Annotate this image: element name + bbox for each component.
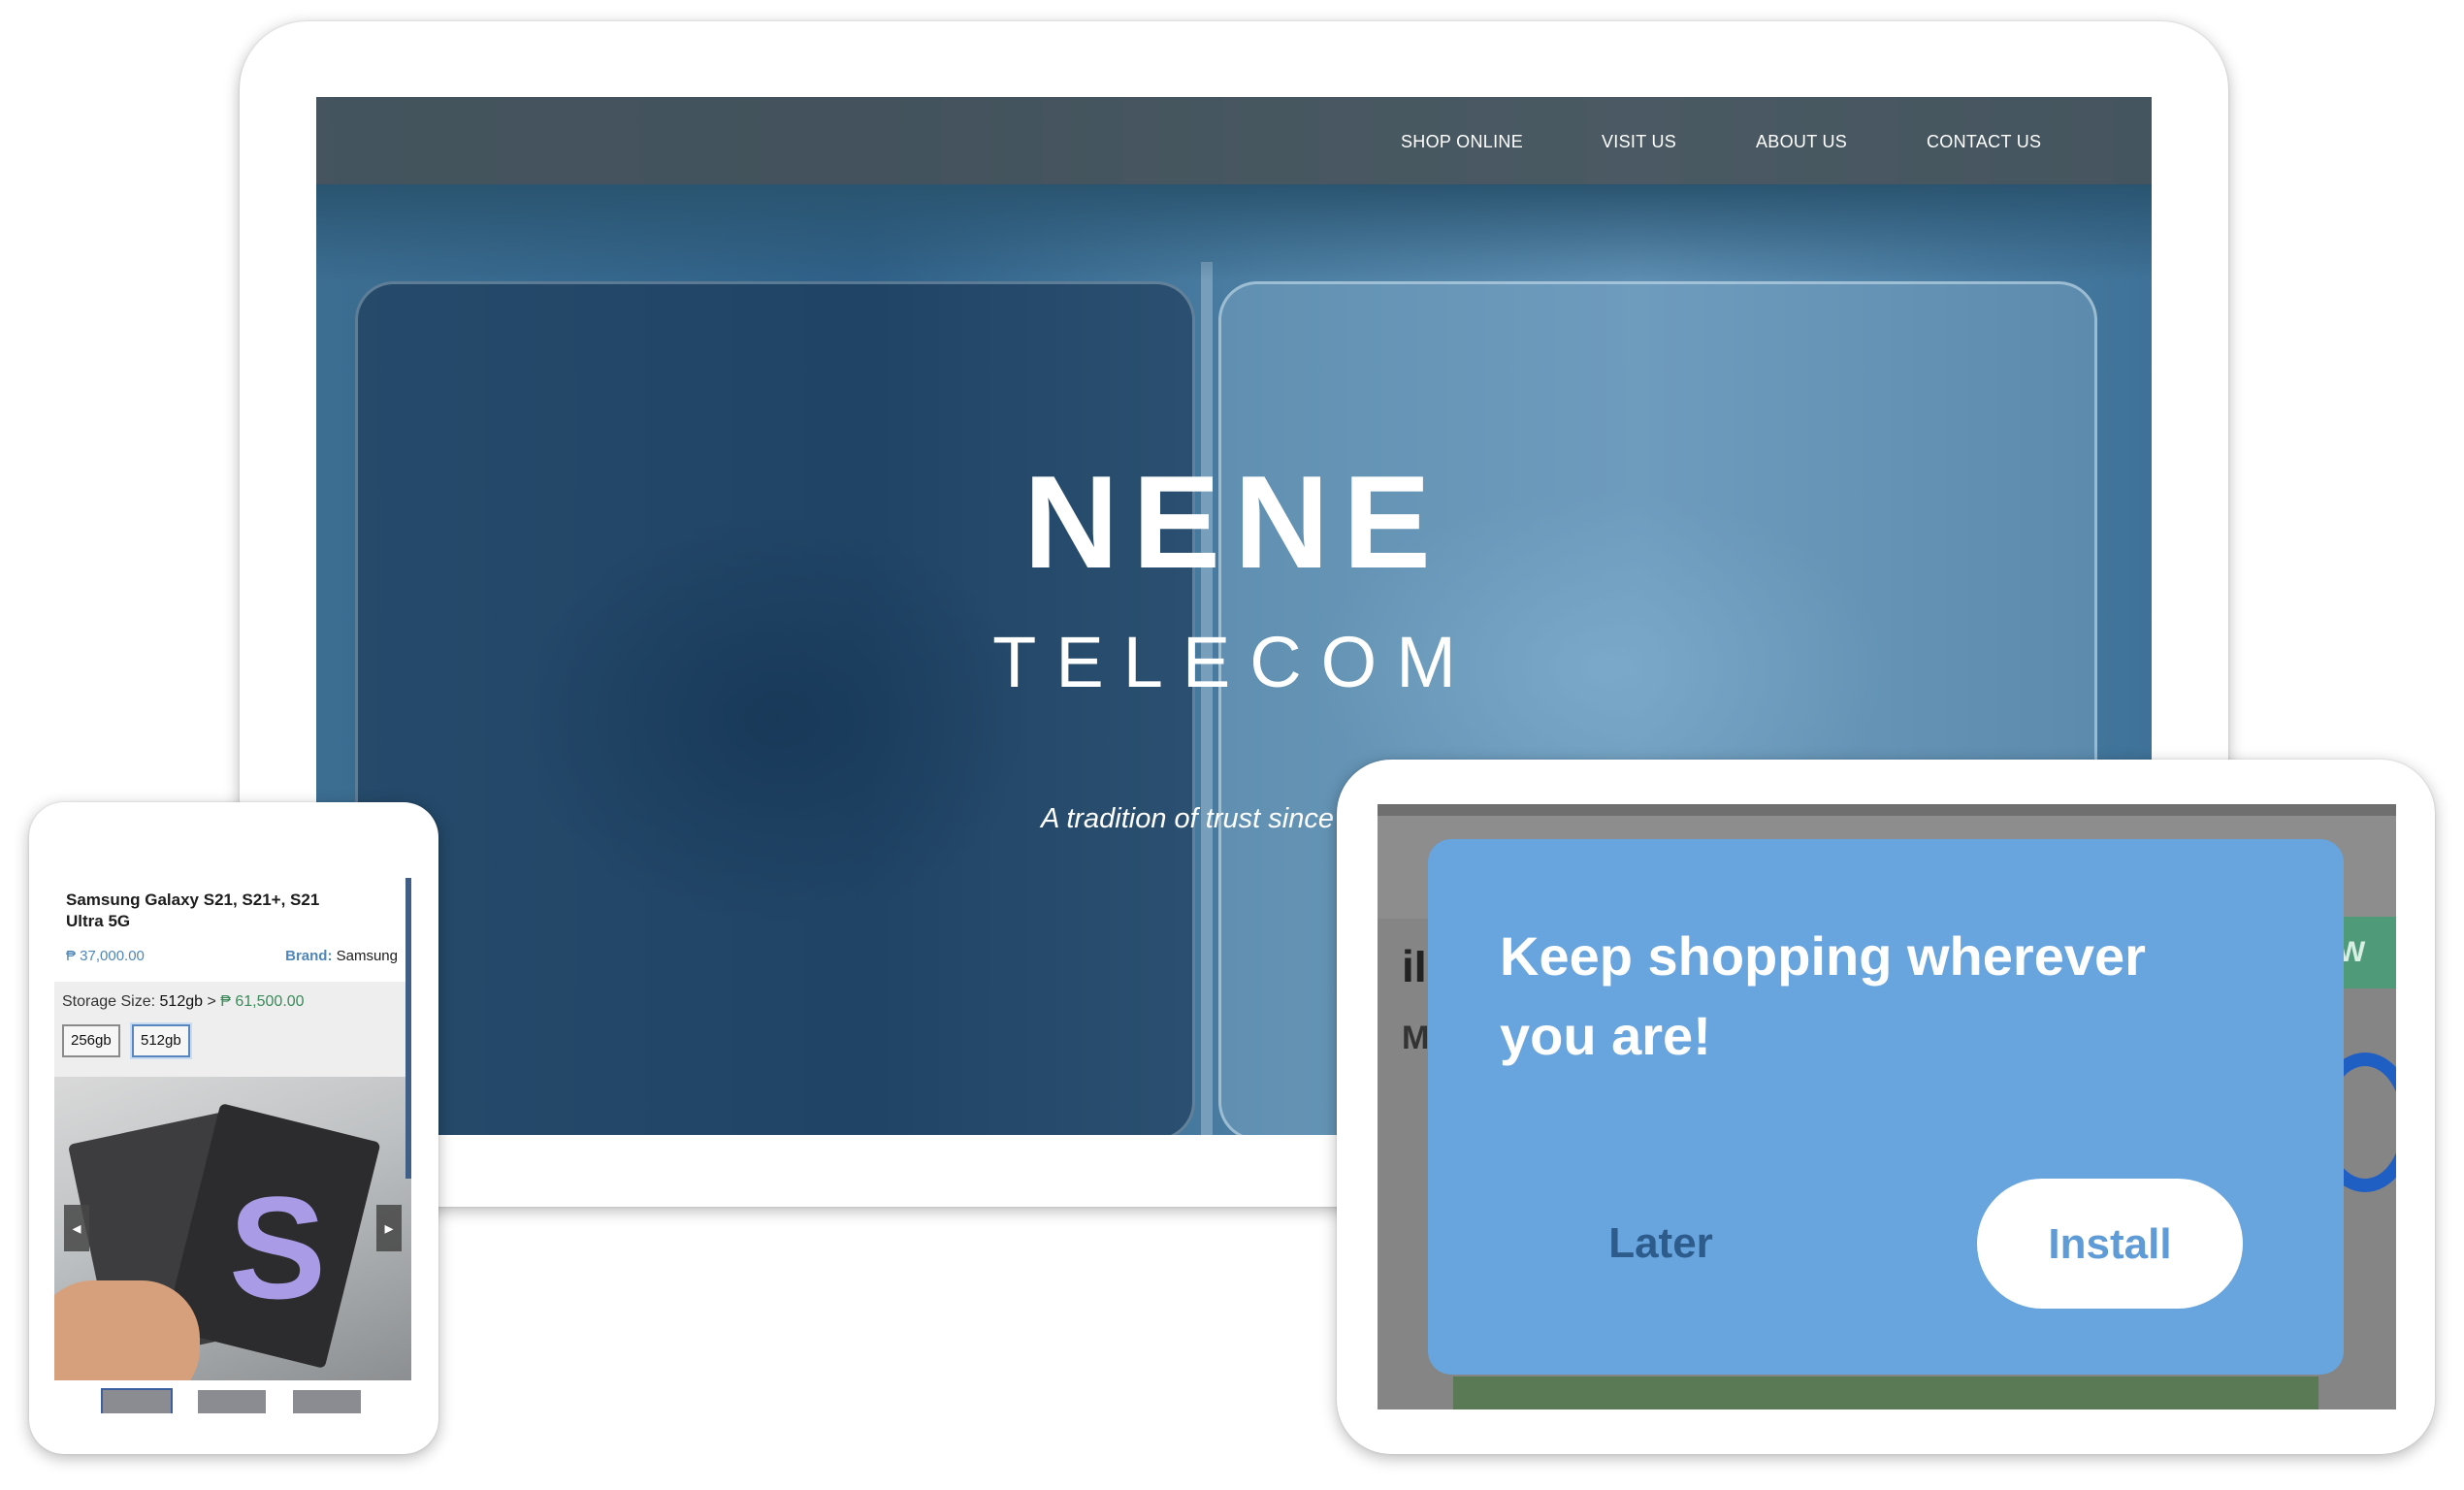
brand-label: Brand:	[285, 948, 333, 964]
storage-price: ₱ 61,500.00	[220, 993, 305, 1010]
dialog-title: Keep shopping wherever you are!	[1500, 925, 2146, 1066]
background-green-button: W	[2338, 917, 2396, 988]
storage-option-512gb[interactable]: 512gb	[132, 1024, 190, 1057]
tagline: A tradition of trust since	[1041, 803, 1334, 834]
nav-bar	[316, 97, 2152, 184]
thumbnail-3[interactable]	[291, 1388, 363, 1413]
brand-subtitle: TELECOM	[992, 622, 1475, 702]
nav-link-about-us[interactable]: ABOUT US	[1756, 132, 1847, 152]
phone-box-left-image	[355, 281, 1195, 1135]
carousel-next-button[interactable]: ▸	[376, 1205, 402, 1251]
storage-value: 512gb	[159, 993, 204, 1010]
product-photo: S ◂ ▸	[54, 1077, 411, 1380]
phone-scrollbar[interactable]	[405, 878, 411, 1179]
brand-title: NENE	[1023, 448, 1444, 596]
s-logo-glyph: S	[229, 1166, 327, 1329]
background-text-fragment: M	[1402, 1020, 1430, 1056]
background-heading-fragment: iI	[1402, 941, 1427, 991]
storage-option-256gb[interactable]: 256gb	[62, 1024, 120, 1057]
storage-options-panel: Storage Size: 512gb > ₱ 61,500.00 256gb …	[54, 982, 411, 1077]
install-button[interactable]: Install	[1977, 1179, 2243, 1309]
install-app-dialog: Keep shopping wherever you are! Later In…	[1428, 839, 2344, 1375]
product-title: Samsung Galaxy S21, S21+, S21 Ultra 5G	[66, 891, 320, 930]
later-button[interactable]: Later	[1554, 1177, 1767, 1309]
storage-summary: Storage Size: 512gb > ₱ 61,500.00	[62, 993, 305, 1011]
storage-separator: >	[207, 993, 216, 1010]
nav-shadow	[316, 184, 2152, 281]
nav-link-contact-us[interactable]: CONTACT US	[1927, 132, 2041, 152]
storage-label: Storage Size:	[62, 993, 156, 1010]
hand-image	[54, 1280, 200, 1380]
product-detail-screen: Samsung Galaxy S21, S21+, S21 Ultra 5G ₱…	[54, 878, 411, 1413]
tablet-top-bar	[1378, 804, 2396, 816]
brand-value: Samsung	[336, 948, 398, 964]
background-image-strip	[1453, 1377, 2318, 1409]
nav-link-visit-us[interactable]: VISIT US	[1602, 132, 1676, 152]
thumbnail-1[interactable]	[101, 1388, 173, 1413]
product-brand: Brand: Samsung	[285, 948, 398, 964]
product-price: ₱ 37,000.00	[66, 948, 145, 964]
nav-link-shop-online[interactable]: SHOP ONLINE	[1401, 132, 1523, 152]
carousel-prev-button[interactable]: ◂	[64, 1205, 89, 1251]
thumbnail-2[interactable]	[196, 1388, 268, 1413]
